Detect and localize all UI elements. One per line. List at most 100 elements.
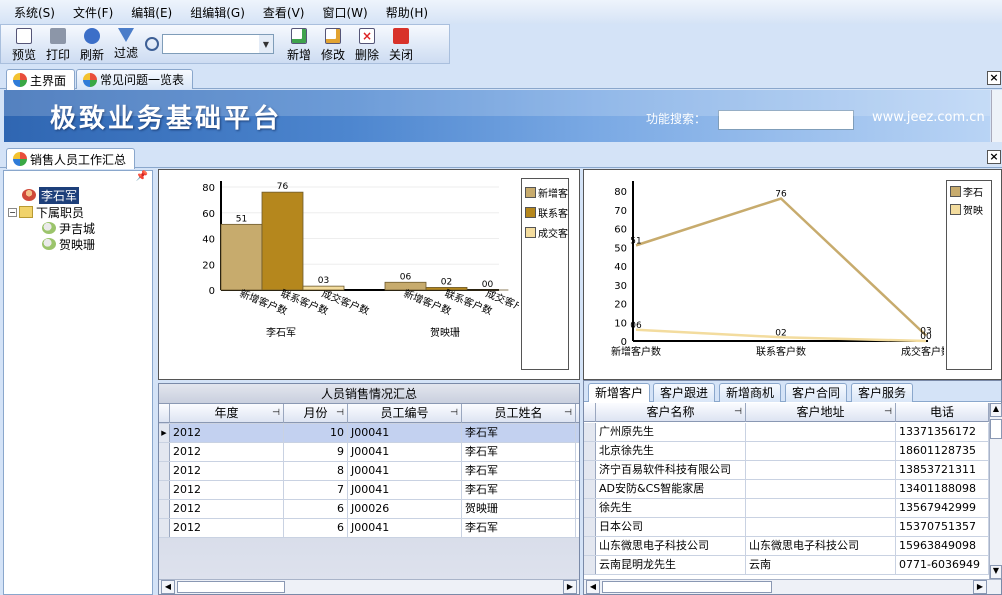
menu-system[interactable]: 系统(S) <box>14 4 55 21</box>
vertical-scrollbar[interactable]: ▲ ▼ <box>989 403 1002 579</box>
pin-icon[interactable]: ⊣ <box>884 403 892 422</box>
current-row-icon[interactable]: ▶ <box>159 424 170 442</box>
pin-icon[interactable]: ⊣ <box>564 404 572 423</box>
row-indicator[interactable] <box>584 537 596 555</box>
table-row[interactable]: 2012 8 J00041 李石军 <box>159 462 579 481</box>
table-cell[interactable]: 2012 <box>170 519 284 537</box>
column-header-month[interactable]: 月份 ⊣ <box>284 404 348 423</box>
banner-scrollbar[interactable] <box>991 90 1002 142</box>
table-cell[interactable]: 山东微思电子科技公司 <box>596 537 746 555</box>
table-row[interactable]: 2012 6 J00026 贺映珊 <box>159 500 579 519</box>
tree-node-root[interactable]: 李石军 <box>22 186 80 204</box>
horizontal-scrollbar[interactable]: ◀ ▶ <box>159 579 579 594</box>
table-cell[interactable]: 2012 <box>170 462 284 480</box>
scroll-right-icon[interactable]: ▶ <box>563 580 577 594</box>
table-cell[interactable]: 李石军 <box>462 424 576 442</box>
table-cell[interactable]: 13401188098 <box>896 480 989 498</box>
table-cell[interactable]: J00041 <box>348 519 462 537</box>
column-header-employee-id[interactable]: 员工编号 ⊣ <box>348 404 462 423</box>
menu-edit[interactable]: 编辑(E) <box>131 4 172 21</box>
table-cell[interactable]: 2012 <box>170 500 284 518</box>
table-cell[interactable]: J00041 <box>348 443 462 461</box>
filter-button[interactable]: 过滤 <box>109 25 143 63</box>
column-header-employee-name[interactable]: 员工姓名 ⊣ <box>462 404 576 423</box>
tree-node-child[interactable]: 尹吉城 <box>42 220 95 236</box>
table-cell[interactable]: 2012 <box>170 481 284 499</box>
menu-help[interactable]: 帮助(H) <box>386 4 428 21</box>
pin-icon[interactable]: ⊣ <box>272 404 280 423</box>
pin-icon[interactable]: ⊣ <box>450 404 458 423</box>
tab-new-customers[interactable]: 新增客户 <box>588 383 651 402</box>
table-cell[interactable]: 13853721311 <box>896 461 989 479</box>
table-cell[interactable] <box>746 480 896 498</box>
table-row[interactable]: 2012 9 J00041 李石军 <box>159 443 579 462</box>
table-cell[interactable]: J00041 <box>348 462 462 480</box>
table-row[interactable]: 日本公司 15370751357 <box>584 518 989 537</box>
table-cell[interactable]: 9 <box>284 443 348 461</box>
tab-customer-service[interactable]: 客户服务 <box>851 383 914 402</box>
row-indicator[interactable] <box>159 519 170 537</box>
row-indicator[interactable] <box>584 423 596 441</box>
column-header-phone[interactable]: 电话 <box>896 403 989 422</box>
table-cell[interactable] <box>746 423 896 441</box>
row-indicator[interactable] <box>159 443 170 461</box>
site-url-link[interactable]: www.jeez.com.cn <box>872 110 985 125</box>
tab-customer-contracts[interactable]: 客户合同 <box>785 383 848 402</box>
table-row[interactable]: 北京徐先生 18601128735 <box>584 442 989 461</box>
table-cell[interactable]: 8 <box>284 462 348 480</box>
scroll-left-icon[interactable]: ◀ <box>161 580 175 594</box>
table-cell[interactable]: 10 <box>284 424 348 442</box>
table-cell[interactable]: J00041 <box>348 424 462 442</box>
table-cell[interactable] <box>746 442 896 460</box>
scroll-left-icon[interactable]: ◀ <box>586 580 600 594</box>
collapse-icon[interactable]: − <box>8 207 17 217</box>
table-cell[interactable]: 15963849098 <box>896 537 989 555</box>
print-button[interactable]: 打印 <box>41 25 75 63</box>
table-cell[interactable]: 李石军 <box>462 519 576 537</box>
tree-node-group[interactable]: − 下属职员 <box>8 204 84 220</box>
tab-sales-summary[interactable]: 销售人员工作汇总 <box>6 148 136 169</box>
row-indicator[interactable] <box>159 481 170 499</box>
delete-button[interactable]: × 删除 <box>350 25 384 63</box>
column-header-customer-address[interactable]: 客户地址 ⊣ <box>746 403 896 422</box>
column-header-year[interactable]: 年度 ⊣ <box>170 404 284 423</box>
scroll-thumb[interactable] <box>990 419 1002 439</box>
table-row[interactable]: ▶ 2012 10 J00041 李石军 <box>159 424 579 443</box>
scroll-right-icon[interactable]: ▶ <box>973 580 987 594</box>
menu-window[interactable]: 窗口(W) <box>322 4 367 21</box>
add-button[interactable]: 新增 <box>282 25 316 63</box>
table-cell[interactable] <box>746 499 896 517</box>
preview-button[interactable]: 预览 <box>7 25 41 63</box>
scroll-thumb[interactable] <box>177 581 285 593</box>
table-cell[interactable] <box>746 518 896 536</box>
table-row[interactable]: 云南昆明龙先生 云南 0771-6036949 <box>584 556 989 575</box>
table-cell[interactable]: 云南昆明龙先生 <box>596 556 746 574</box>
menu-view[interactable]: 查看(V) <box>263 4 305 21</box>
table-cell[interactable]: 6 <box>284 519 348 537</box>
function-search-input[interactable] <box>718 110 854 130</box>
table-cell[interactable]: 2012 <box>170 443 284 461</box>
table-cell[interactable]: 徐先生 <box>596 499 746 517</box>
table-cell[interactable]: 7 <box>284 481 348 499</box>
row-indicator[interactable] <box>584 480 596 498</box>
table-row[interactable]: 徐先生 13567942999 <box>584 499 989 518</box>
row-indicator[interactable] <box>159 462 170 480</box>
tab-customer-followup[interactable]: 客户跟进 <box>653 383 716 402</box>
row-indicator[interactable] <box>584 499 596 517</box>
table-cell[interactable]: AD安防&CS智能家居 <box>596 480 746 498</box>
table-cell[interactable]: 山东微思电子科技公司 <box>746 537 896 555</box>
table-cell[interactable]: 贺映珊 <box>462 500 576 518</box>
row-indicator[interactable] <box>584 556 596 574</box>
menu-file[interactable]: 文件(F) <box>73 4 113 21</box>
table-row[interactable]: 2012 6 J00041 李石军 <box>159 519 579 538</box>
table-row[interactable]: 2012 7 J00041 李石军 <box>159 481 579 500</box>
table-cell[interactable]: 日本公司 <box>596 518 746 536</box>
table-cell[interactable]: 15370751357 <box>896 518 989 536</box>
table-cell[interactable]: 李石军 <box>462 481 576 499</box>
scroll-thumb[interactable] <box>602 581 772 593</box>
scroll-up-icon[interactable]: ▲ <box>990 403 1002 417</box>
table-row[interactable]: AD安防&CS智能家居 13401188098 <box>584 480 989 499</box>
pin-icon[interactable]: ⊣ <box>336 404 344 423</box>
table-cell[interactable]: 13371356172 <box>896 423 989 441</box>
table-cell[interactable]: 18601128735 <box>896 442 989 460</box>
